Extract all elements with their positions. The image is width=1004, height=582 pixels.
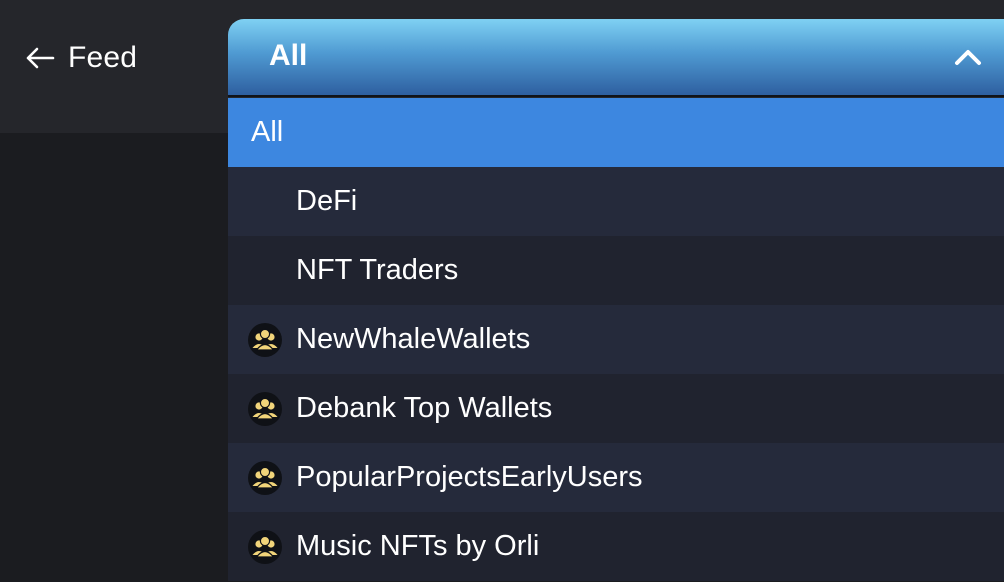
back-label: Feed xyxy=(68,41,138,74)
option-label: Debank Top Wallets xyxy=(296,392,553,424)
option-label: NewWhaleWallets xyxy=(296,323,531,355)
user-group-icon xyxy=(248,461,282,495)
feed-page: Feed All All DeFi NFT Traders NewWhaleWa… xyxy=(0,0,1004,582)
left-panel xyxy=(0,133,240,582)
option-label: DeFi xyxy=(296,185,358,217)
option-debank-top-wallets[interactable]: Debank Top Wallets xyxy=(228,374,1004,443)
dropdown-toggle[interactable]: All xyxy=(228,19,1004,97)
option-newwhalewallets[interactable]: NewWhaleWallets xyxy=(228,305,1004,374)
option-label: Music NFTs by Orli xyxy=(296,530,540,562)
user-group-icon xyxy=(248,392,282,426)
user-group-icon xyxy=(248,323,282,357)
option-music-nfts-by-orli[interactable]: Music NFTs by Orli xyxy=(228,512,1004,581)
option-all[interactable]: All xyxy=(228,98,1004,167)
dropdown-options: All DeFi NFT Traders NewWhaleWallets Deb… xyxy=(228,98,1004,581)
option-label: NFT Traders xyxy=(296,254,459,286)
option-nft-traders[interactable]: NFT Traders xyxy=(228,236,1004,305)
chevron-up-icon xyxy=(955,50,981,65)
feed-filter-dropdown: All All DeFi NFT Traders NewWhaleWallets… xyxy=(228,19,1004,582)
option-label: PopularProjectsEarlyUsers xyxy=(296,461,643,493)
arrow-left-icon xyxy=(26,47,55,69)
option-label: All xyxy=(251,116,284,148)
back-button[interactable]: Feed xyxy=(24,38,137,78)
option-popularprojectsearlyusers[interactable]: PopularProjectsEarlyUsers xyxy=(228,443,1004,512)
user-group-icon xyxy=(248,530,282,564)
selected-value: All xyxy=(269,39,308,72)
option-defi[interactable]: DeFi xyxy=(228,167,1004,236)
